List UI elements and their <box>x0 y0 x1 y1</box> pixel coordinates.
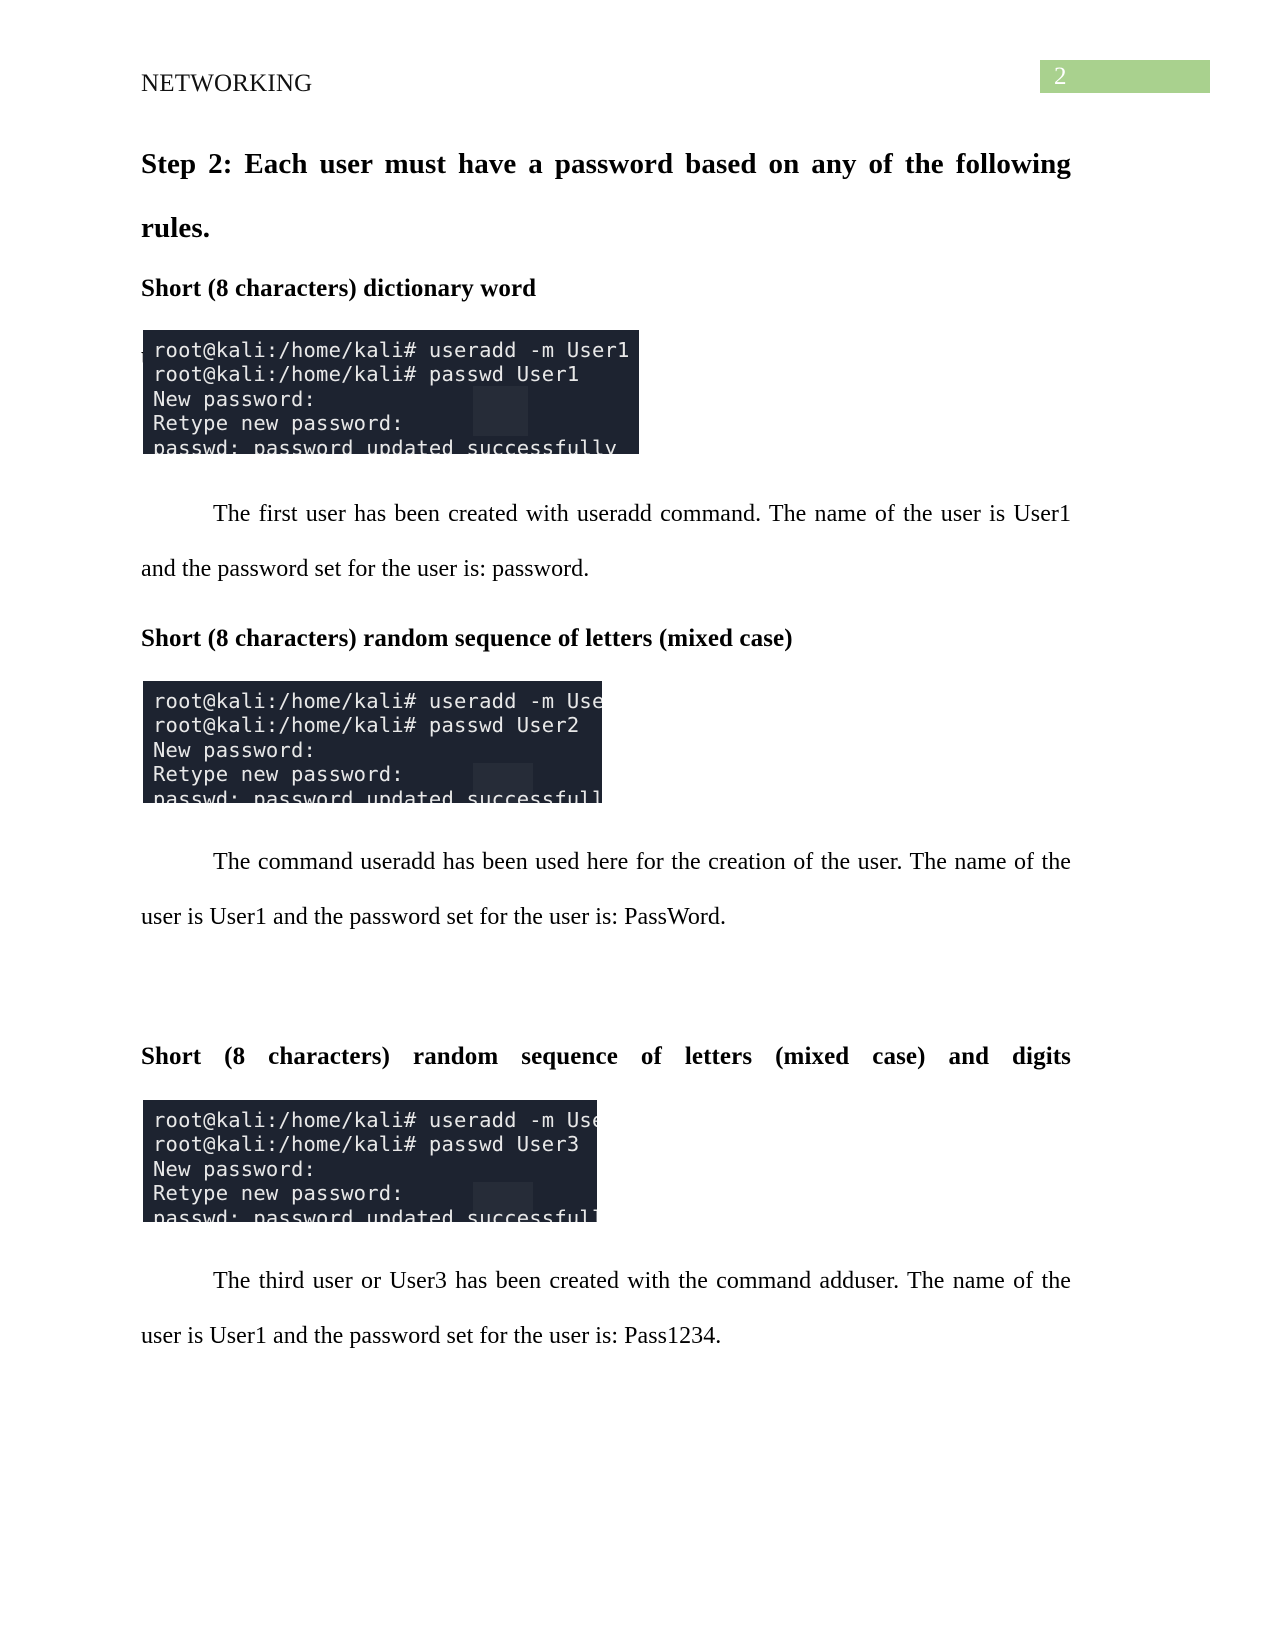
paragraph-user1-description: The first user has been created with use… <box>141 501 1071 582</box>
page-number-badge: 2 <box>1040 60 1210 93</box>
terminal-line: New password: <box>153 1156 317 1181</box>
terminal-line: root@kali:/home/kali# passwd User1 <box>153 362 580 387</box>
terminal-screenshot-user3: root@kali:/home/kali# useradd -m User3 r… <box>143 1100 597 1222</box>
terminal-line: passwd: password updated successfully <box>153 435 618 454</box>
page-number: 2 <box>1054 63 1067 90</box>
terminal-line: New password: <box>153 737 317 762</box>
terminal-line: New password: <box>153 386 317 411</box>
paragraph-user2-description: The command useradd has been used here f… <box>141 849 1071 930</box>
terminal-line: root@kali:/home/kali# useradd -m User2 <box>153 689 602 713</box>
terminal-line: Retype new password: <box>153 762 404 787</box>
document-page: NETWORKING 2 Step 2: Each user must have… <box>0 0 1275 1651</box>
section-heading-random-letters: Short (8 characters) random sequence of … <box>141 625 793 652</box>
section-heading-letters-and-digits: Short (8 characters) random sequence of … <box>141 1043 1071 1070</box>
terminal-line: Retype new password: <box>153 411 404 436</box>
terminal-line: root@kali:/home/kali# useradd -m User3 <box>153 1108 597 1132</box>
terminal-line: root@kali:/home/kali# passwd User2 <box>153 713 580 738</box>
running-head: NETWORKING <box>141 70 313 97</box>
terminal-line: root@kali:/home/kali# useradd -m User1 <box>153 338 630 362</box>
terminal-screenshot-user2: root@kali:/home/kali# useradd -m User2 r… <box>143 681 602 803</box>
terminal-line: passwd: password updated successfully <box>153 786 602 803</box>
terminal-line: root@kali:/home/kali# passwd User3 <box>153 1132 580 1157</box>
terminal-line: passwd: password updated successfully <box>153 1205 597 1222</box>
section-heading-dictionary-word: Short (8 characters) dictionary word <box>141 275 537 302</box>
paragraph-user3-description: The third user or User3 has been created… <box>141 1268 1071 1349</box>
page-header: NETWORKING 2 <box>0 60 1275 110</box>
terminal-screenshot-user1: root@kali:/home/kali# useradd -m User1 r… <box>143 330 639 454</box>
terminal-line: Retype new password: <box>153 1181 404 1206</box>
